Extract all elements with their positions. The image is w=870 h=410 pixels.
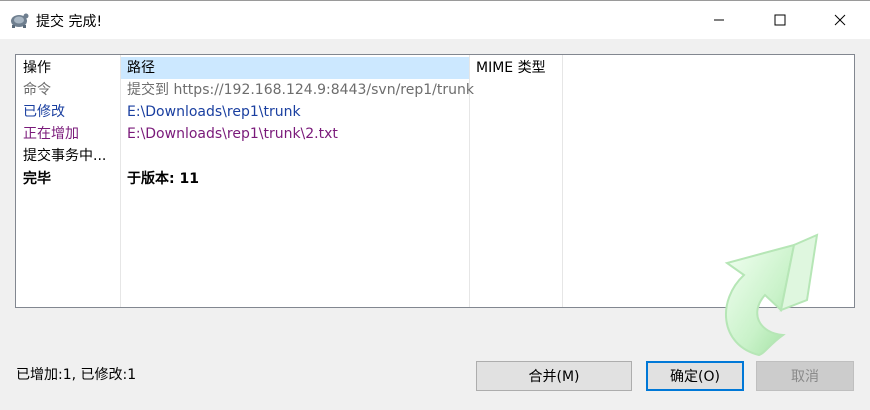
title-bar: 提交 完成! xyxy=(0,0,870,39)
row-action: 命令 xyxy=(23,82,51,98)
tortoise-svn-icon xyxy=(11,13,29,28)
commit-results-list[interactable]: 操作 路径 MIME 类型 命令 提交到 https://192.168.124… xyxy=(15,54,855,357)
row-action: 正在增加 xyxy=(23,126,79,142)
row-action: 完毕 xyxy=(23,171,51,187)
cancel-button[interactable]: 取消 xyxy=(756,361,854,391)
row-path: 提交到 https://192.168.124.9:8443/svn/rep1/… xyxy=(127,82,474,98)
row-path: 于版本: 11 xyxy=(127,171,199,187)
close-button[interactable] xyxy=(817,1,863,39)
row-path: E:\Downloads\rep1\trunk\2.txt xyxy=(127,126,338,142)
row-action: 提交事务中... xyxy=(23,148,107,164)
path-column-highlight xyxy=(121,57,469,79)
minimize-button[interactable] xyxy=(696,1,742,39)
row-action: 已修改 xyxy=(23,104,65,120)
merge-button[interactable]: 合并(M) xyxy=(476,361,632,391)
column-divider xyxy=(120,55,121,307)
window-title: 提交 完成! xyxy=(36,14,103,30)
row-path: E:\Downloads\rep1\trunk xyxy=(127,104,301,120)
column-divider xyxy=(562,55,563,307)
column-header-mime[interactable]: MIME 类型 xyxy=(476,57,546,79)
column-header-action[interactable]: 操作 xyxy=(23,57,51,79)
column-header-path[interactable]: 路径 xyxy=(127,57,155,79)
maximize-icon xyxy=(774,14,786,26)
close-icon xyxy=(834,14,846,26)
commit-arrow-icon xyxy=(724,233,819,357)
status-summary: 已增加:1, 已修改:1 xyxy=(16,367,137,383)
maximize-button[interactable] xyxy=(757,1,803,39)
ok-button[interactable]: 确定(O) xyxy=(646,361,744,391)
minimize-icon xyxy=(714,19,724,21)
